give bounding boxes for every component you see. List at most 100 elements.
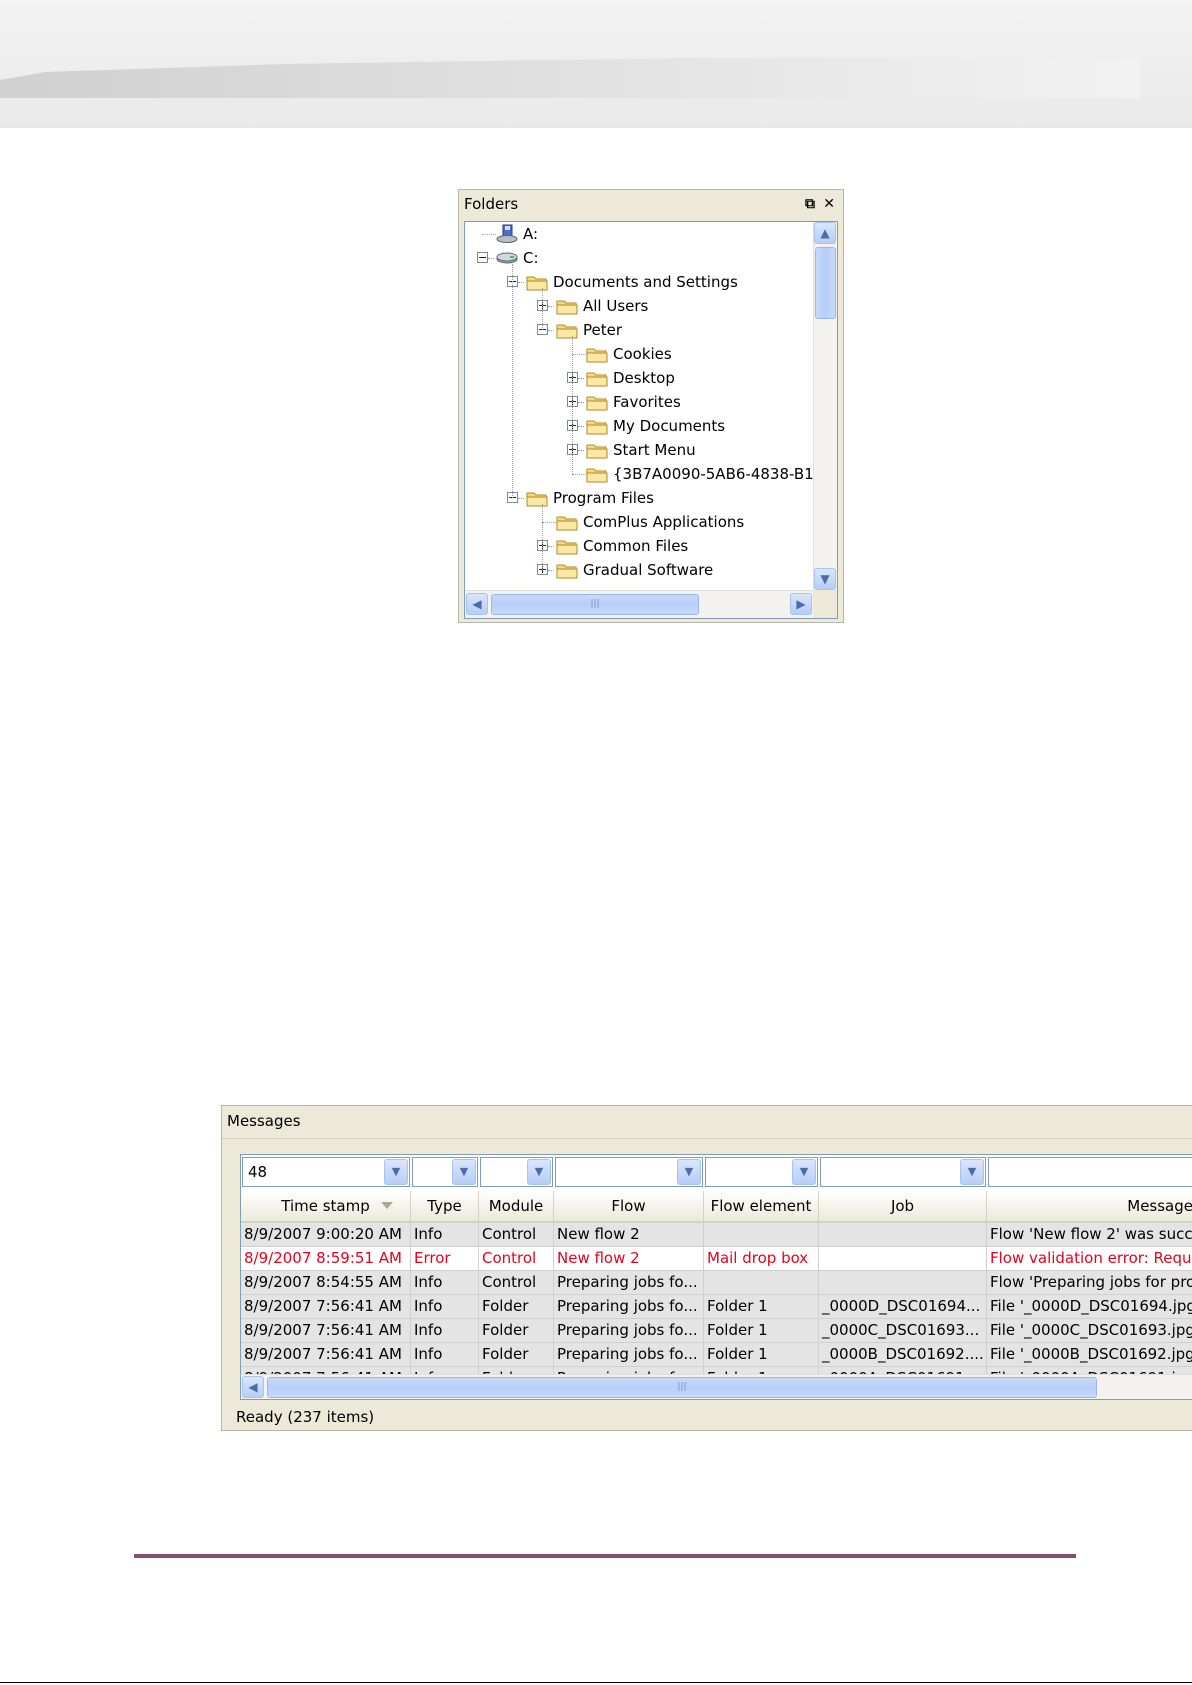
column-header-flow-element[interactable]: Flow element <box>704 1191 819 1221</box>
tree-node[interactable]: − Peter <box>465 318 813 342</box>
filter-message-dropdown[interactable] <box>988 1157 1192 1187</box>
table-row[interactable]: 8/9/2007 7:56:41 AMInfoFolderPreparing j… <box>241 1319 1192 1343</box>
table-row[interactable]: 8/9/2007 9:00:20 AM Info Control New flow 2… <box>241 1223 1192 1247</box>
cell-time-stamp: 8/9/2007 7:56:41 AM <box>241 1319 411 1343</box>
tree-node-label: {3B7A0090-5AB6-4838-B1 <box>613 465 813 483</box>
tree-node[interactable]: Cookies <box>465 342 813 366</box>
close-icon[interactable]: ✕ <box>823 190 835 218</box>
cell-flow-element: Mail drop box <box>704 1247 819 1271</box>
scroll-left-icon[interactable]: ◀ <box>466 593 488 615</box>
tree-node[interactable]: + All Users <box>465 294 813 318</box>
cell-module: Folder <box>479 1295 554 1319</box>
cell-time-stamp: 8/9/2007 8:54:55 AM <box>241 1271 411 1295</box>
folder-icon <box>586 464 608 484</box>
tree-node[interactable]: − C: <box>465 246 813 270</box>
cell-flow: Preparing jobs fo... <box>554 1295 704 1319</box>
tree-node[interactable]: + Start Menu <box>465 438 813 462</box>
cell-job <box>819 1271 987 1295</box>
tree-node[interactable]: A: <box>465 222 813 246</box>
vertical-scrollbar[interactable]: ▲ ▼ <box>813 222 837 590</box>
tree-node[interactable]: {3B7A0090-5AB6-4838-B1 <box>465 462 813 486</box>
vertical-scroll-thumb[interactable] <box>815 247 836 319</box>
messages-scroll-thumb[interactable]: ||| <box>267 1377 1097 1398</box>
tree-node[interactable]: + Common Files <box>465 534 813 558</box>
filter-job-dropdown[interactable]: ▼ <box>820 1157 986 1187</box>
chevron-down-icon[interactable]: ▼ <box>384 1159 408 1185</box>
tree-connector <box>578 426 584 427</box>
filter-type-dropdown[interactable]: ▼ <box>412 1157 478 1187</box>
column-header-type[interactable]: Type <box>411 1191 479 1221</box>
table-row[interactable]: 8/9/2007 8:54:55 AM Info Control Preparing … <box>241 1271 1192 1295</box>
scroll-up-icon[interactable]: ▲ <box>814 222 836 244</box>
folder-icon <box>586 440 608 460</box>
table-row[interactable]: 8/9/2007 7:56:41 AMInfoFolderPreparing j… <box>241 1295 1192 1319</box>
tree-connector <box>518 498 524 499</box>
tree-node-label: Desktop <box>613 369 675 387</box>
cell-type: Info <box>411 1271 479 1295</box>
tree-node[interactable]: + My Documents <box>465 414 813 438</box>
chevron-down-icon[interactable]: ▼ <box>960 1159 984 1185</box>
messages-panel: Messages 48 ▼ ▼ ▼ ▼ ▼ ▼ Time stamp Type Module Fl… <box>221 1105 1192 1431</box>
folder-icon <box>556 560 578 580</box>
folders-title-label: Folders <box>464 195 519 213</box>
tree-connector <box>578 402 584 403</box>
float-window-icon[interactable]: ⧉ <box>805 190 815 218</box>
table-row-error[interactable]: 8/9/2007 8:59:51 AM Error Control New flow … <box>241 1247 1192 1271</box>
column-header-time-stamp[interactable]: Time stamp <box>241 1191 411 1221</box>
tree-node[interactable]: + Gradual Software <box>465 558 813 582</box>
filter-flow-element-dropdown[interactable]: ▼ <box>705 1157 818 1187</box>
horizontal-scrollbar[interactable]: ◀ ||| ▶ <box>465 590 813 618</box>
messages-scroll-left-icon[interactable]: ◀ <box>242 1376 264 1398</box>
tree-node-label: Favorites <box>613 393 681 411</box>
tree-node[interactable]: + Desktop <box>465 366 813 390</box>
column-header-label: Flow <box>611 1197 646 1215</box>
tree-node[interactable]: − Program Files <box>465 486 813 510</box>
cell-module: Folder <box>479 1319 554 1343</box>
tree-connector <box>548 330 554 331</box>
page-bottom-rule <box>0 1682 1192 1683</box>
cell-job <box>819 1247 987 1271</box>
cell-flow-element: Folder 1 <box>704 1319 819 1343</box>
column-header-job[interactable]: Job <box>819 1191 987 1221</box>
scroll-down-icon[interactable]: ▼ <box>814 568 836 590</box>
filter-time-stamp-dropdown[interactable]: 48 ▼ <box>242 1157 410 1187</box>
tree-connector <box>578 378 584 379</box>
chevron-down-icon[interactable]: ▼ <box>527 1159 551 1185</box>
collapse-toggle-icon[interactable]: − <box>477 252 488 263</box>
cell-type: Info <box>411 1343 479 1367</box>
folder-icon <box>586 344 608 364</box>
folder-tree[interactable]: A: − C: − Documents and Settings + All Users − P… <box>464 221 838 619</box>
cell-flow: Preparing jobs fo... <box>554 1319 704 1343</box>
column-header-flow[interactable]: Flow <box>554 1191 704 1221</box>
tree-node[interactable]: + Favorites <box>465 390 813 414</box>
filter-flow-dropdown[interactable]: ▼ <box>555 1157 703 1187</box>
chevron-down-icon[interactable]: ▼ <box>792 1159 816 1185</box>
filter-row: 48 ▼ ▼ ▼ ▼ ▼ ▼ <box>241 1155 1192 1192</box>
scroll-right-icon[interactable]: ▶ <box>790 593 812 615</box>
tree-node[interactable]: ComPlus Applications <box>465 510 813 534</box>
column-header-message[interactable]: Message <box>987 1191 1192 1221</box>
table-row[interactable]: 8/9/2007 7:56:41 AMInfoFolderPreparing j… <box>241 1343 1192 1367</box>
messages-grid: 48 ▼ ▼ ▼ ▼ ▼ ▼ Time stamp Type Module Flow Flow el… <box>240 1154 1192 1400</box>
tree-connector <box>488 258 494 259</box>
tree-node[interactable]: − Documents and Settings <box>465 270 813 294</box>
filter-module-dropdown[interactable]: ▼ <box>480 1157 553 1187</box>
folder-icon <box>556 512 578 532</box>
cell-flow-element <box>704 1271 819 1295</box>
tree-connector <box>578 450 584 451</box>
horizontal-scroll-thumb[interactable]: ||| <box>491 594 699 615</box>
tree-node-label: All Users <box>583 297 649 315</box>
tree-guide-line <box>542 288 543 330</box>
chevron-down-icon[interactable]: ▼ <box>452 1159 476 1185</box>
messages-horizontal-scrollbar[interactable]: ◀ ||| <box>240 1374 1192 1400</box>
cell-module: Folder <box>479 1343 554 1367</box>
column-header-label: Module <box>488 1197 544 1215</box>
folder-icon <box>556 320 578 340</box>
column-header-row: Time stamp Type Module Flow Flow element Job M… <box>241 1191 1192 1223</box>
column-header-module[interactable]: Module <box>479 1191 554 1221</box>
chevron-down-icon[interactable]: ▼ <box>677 1159 701 1185</box>
tree-connector <box>542 522 556 523</box>
cell-message: File '_0000D_DSC01694.jpg' <box>987 1295 1192 1319</box>
cell-job: _0000C_DSC01693... <box>819 1319 987 1343</box>
folder-icon <box>556 296 578 316</box>
